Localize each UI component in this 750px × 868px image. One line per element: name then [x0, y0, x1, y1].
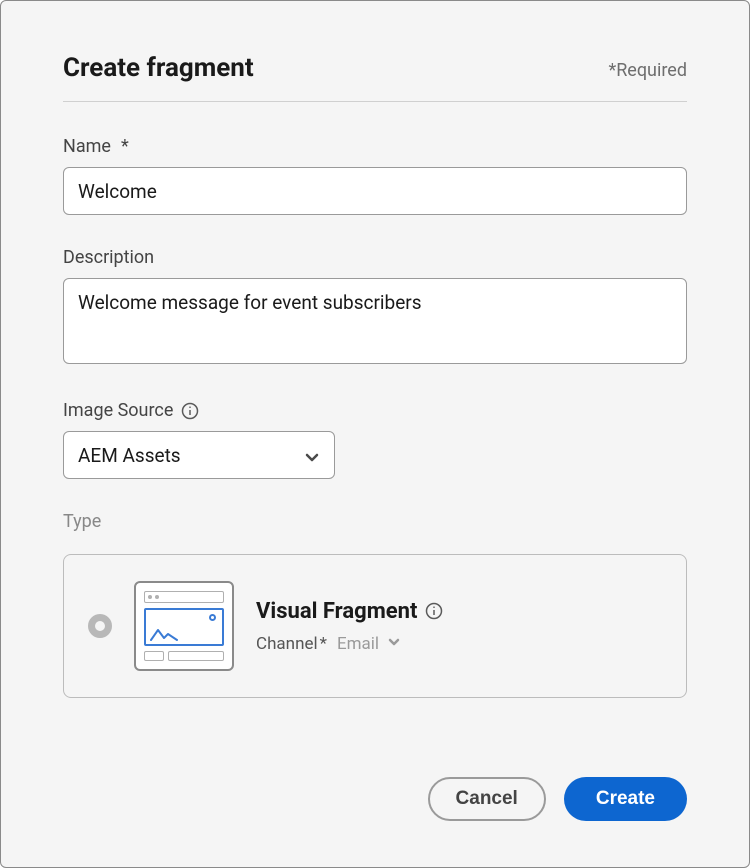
create-button[interactable]: Create	[564, 777, 687, 821]
type-field-group: Type Visual Fragment	[63, 511, 687, 698]
description-input[interactable]: Welcome message for event subscribers	[63, 278, 687, 364]
info-icon[interactable]	[181, 402, 199, 420]
chevron-down-icon	[387, 634, 401, 654]
type-option-card[interactable]: Visual Fragment Channel* Email	[63, 554, 687, 698]
type-option-title: Visual Fragment	[256, 599, 417, 624]
description-label: Description	[63, 247, 687, 268]
description-field-group: Description Welcome message for event su…	[63, 247, 687, 368]
image-source-label-text: Image Source	[63, 400, 173, 421]
description-label-text: Description	[63, 247, 154, 268]
visual-fragment-icon	[134, 581, 234, 671]
type-label: Type	[63, 511, 687, 532]
name-field-group: Name *	[63, 136, 687, 215]
create-fragment-dialog: Create fragment *Required Name * Descrip…	[0, 0, 750, 868]
name-required-mark: *	[121, 136, 129, 157]
channel-label: Channel*	[256, 634, 327, 654]
type-option-info: Visual Fragment Channel* Email	[256, 599, 662, 654]
name-label-text: Name	[63, 136, 111, 157]
required-note: *Required	[608, 60, 687, 81]
channel-select[interactable]: Email	[337, 634, 401, 654]
image-source-select[interactable]: AEM Assets	[63, 431, 335, 479]
image-source-label: Image Source	[63, 400, 687, 421]
name-label: Name *	[63, 136, 687, 157]
image-source-value: AEM Assets	[78, 444, 181, 467]
cancel-button[interactable]: Cancel	[428, 777, 546, 821]
dialog-title: Create fragment	[63, 53, 254, 83]
info-icon[interactable]	[425, 602, 443, 620]
channel-row: Channel* Email	[256, 634, 662, 654]
channel-value: Email	[337, 634, 379, 654]
dialog-header: Create fragment *Required	[63, 53, 687, 102]
image-source-field-group: Image Source AEM Assets	[63, 400, 687, 479]
name-input[interactable]	[63, 167, 687, 215]
dialog-footer: Cancel Create	[428, 777, 687, 821]
chevron-down-icon	[304, 447, 320, 463]
type-radio[interactable]	[88, 614, 112, 638]
